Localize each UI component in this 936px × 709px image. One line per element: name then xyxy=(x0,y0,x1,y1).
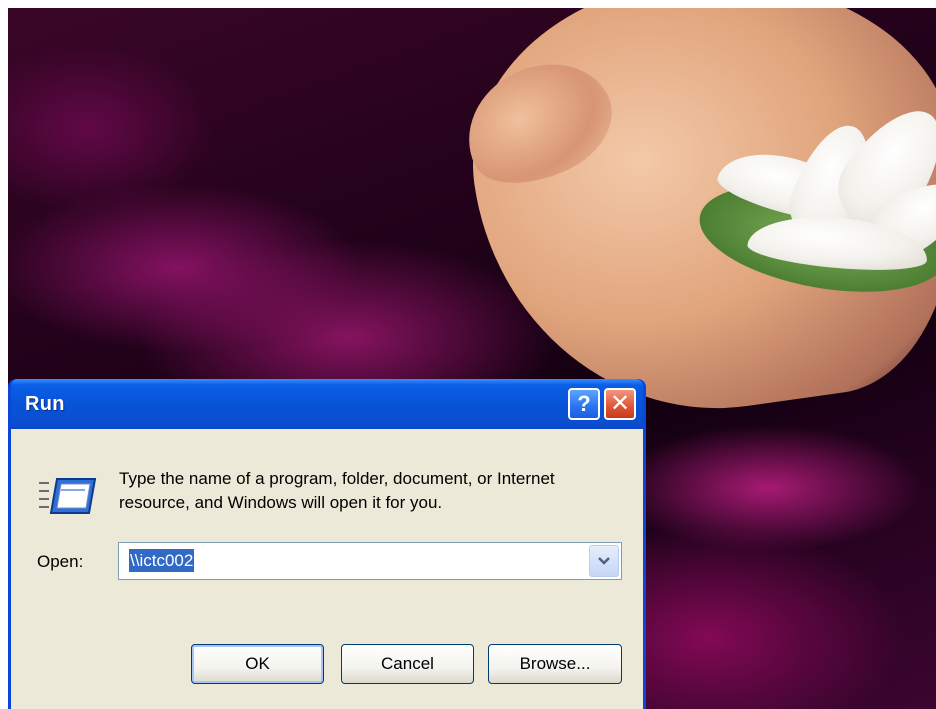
ok-button[interactable]: OK xyxy=(191,644,324,684)
dropdown-button[interactable] xyxy=(589,545,619,577)
browse-button[interactable]: Browse... xyxy=(488,644,622,684)
help-button[interactable]: ? xyxy=(568,388,600,420)
run-program-icon xyxy=(39,478,97,514)
browse-button-label: Browse... xyxy=(519,654,591,673)
chevron-down-icon xyxy=(598,557,610,565)
close-button[interactable]: ✕ xyxy=(604,388,636,420)
dialog-titlebar[interactable]: Run ? ✕ xyxy=(11,379,643,429)
cancel-button-label: Cancel xyxy=(381,654,434,673)
dialog-description: Type the name of a program, folder, docu… xyxy=(119,469,555,512)
open-combobox[interactable]: \\ictc002 xyxy=(118,542,622,580)
help-icon: ? xyxy=(577,391,591,416)
ok-button-label: OK xyxy=(245,654,270,673)
dialog-title: Run xyxy=(25,393,65,415)
open-label: Open: xyxy=(37,552,84,571)
dialog-body: Type the name of a program, folder, docu… xyxy=(11,429,643,709)
cancel-button[interactable]: Cancel xyxy=(341,644,474,684)
run-dialog: Run ? ✕ Type the name of a program, fold… xyxy=(8,379,646,709)
close-icon: ✕ xyxy=(609,390,631,417)
open-input[interactable]: \\ictc002 xyxy=(129,549,195,572)
